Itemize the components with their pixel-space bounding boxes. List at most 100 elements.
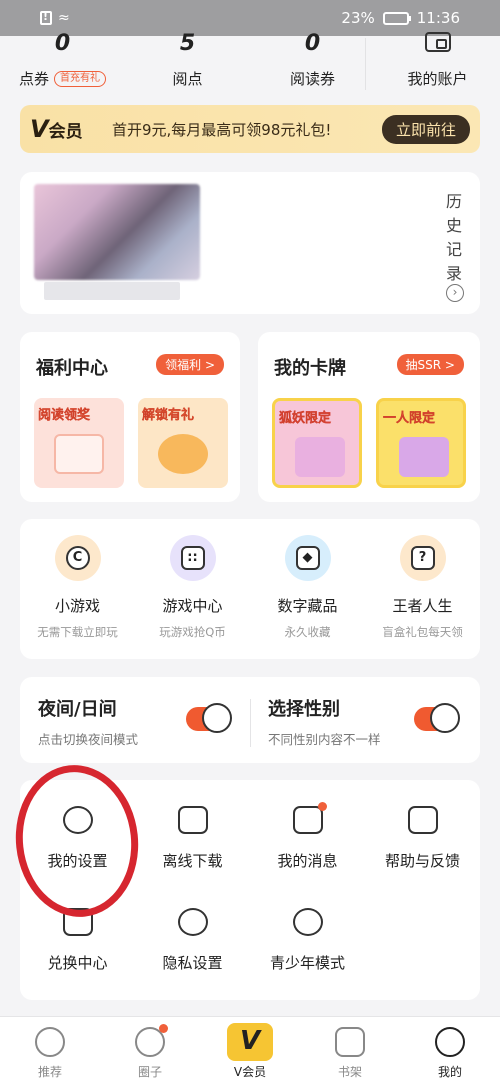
night-mode-desc: 点击切换夜间模式 bbox=[38, 732, 139, 747]
download-icon bbox=[177, 806, 208, 834]
clock: 11:36 bbox=[416, 9, 460, 27]
my-cards-card[interactable]: 我的卡牌 抽SSR > 狐妖限定 一人限定 bbox=[258, 332, 480, 502]
get-welfare-button[interactable]: 领福利 > bbox=[156, 354, 224, 375]
help-feedback-entry[interactable]: 帮助与反馈 bbox=[365, 806, 480, 871]
game-subtitle: 玩游戏抢Q币 bbox=[159, 625, 226, 639]
game-name: 王者人生 bbox=[392, 597, 453, 615]
history-label[interactable]: 历史记录 bbox=[444, 190, 464, 286]
game-center-entry[interactable]: :: 游戏中心 玩游戏抢Q币 bbox=[135, 519, 250, 659]
book-title-blurred bbox=[44, 282, 180, 300]
vip-banner[interactable]: V会员 首开9元,每月最高可领98元礼包! 立即前往 bbox=[20, 105, 480, 153]
read-reward-tile[interactable]: 阅读领奖 bbox=[34, 398, 124, 488]
tab-recommend[interactable]: 推荐 bbox=[0, 1017, 100, 1084]
settings-entry[interactable]: 我的设置 bbox=[20, 806, 135, 871]
account-summary: 0 点券 首充有礼 5 阅点 0 阅读券 我的账户 bbox=[0, 31, 500, 94]
battery-percent: 23% bbox=[341, 9, 375, 27]
gift-box-icon bbox=[54, 434, 104, 474]
read-points-stat[interactable]: 5 阅点 bbox=[125, 31, 250, 94]
welfare-title: 福利中心 bbox=[36, 358, 108, 379]
card-art-icon bbox=[399, 437, 449, 477]
ticket-icon bbox=[62, 908, 93, 936]
game-name: 小游戏 bbox=[54, 597, 100, 615]
wifi-icon: ≈ bbox=[58, 10, 70, 26]
coupon-value: 0 bbox=[54, 31, 71, 56]
profile-avatar-icon bbox=[435, 1027, 465, 1057]
chevron-right-icon[interactable]: › bbox=[446, 284, 464, 302]
digital-collection-entry[interactable]: ◆ 数字藏品 永久收藏 bbox=[250, 519, 365, 659]
vip-go-button[interactable]: 立即前往 bbox=[381, 114, 470, 144]
game-subtitle: 无需下载立即玩 bbox=[37, 625, 118, 639]
messages-entry[interactable]: 我的消息 bbox=[250, 802, 365, 871]
mini-games-entry[interactable]: C 小游戏 无需下载立即玩 bbox=[20, 519, 135, 659]
my-account-label: 我的账户 bbox=[407, 70, 468, 88]
tab-bookshelf[interactable]: 书架 bbox=[300, 1017, 400, 1084]
read-voucher-value: 0 bbox=[304, 31, 321, 56]
gamepad-icon: :: bbox=[169, 535, 216, 581]
divider bbox=[250, 699, 251, 747]
pacman-icon: C bbox=[54, 535, 101, 581]
bottom-tab-bar: 推荐 圈子 V V会员 书架 我的 bbox=[0, 1016, 500, 1084]
unread-dot bbox=[317, 802, 327, 811]
moon-face-icon bbox=[202, 703, 232, 733]
night-mode-switch[interactable] bbox=[186, 703, 232, 733]
read-voucher-label: 阅读券 bbox=[289, 70, 335, 88]
gender-select-row[interactable]: 选择性别 不同性别内容不一样 bbox=[268, 695, 381, 748]
tab-mine[interactable]: 我的 bbox=[400, 1017, 500, 1084]
book-cover-blurred[interactable] bbox=[34, 184, 200, 280]
draw-ssr-button[interactable]: 抽SSR > bbox=[396, 354, 464, 375]
offline-download-entry[interactable]: 离线下载 bbox=[135, 806, 250, 871]
card-art-icon bbox=[295, 437, 345, 477]
gender-switch[interactable] bbox=[414, 703, 460, 733]
unread-dot bbox=[159, 1024, 168, 1033]
night-mode-toggle-row[interactable]: 夜间/日间 点击切换夜间模式 bbox=[38, 695, 138, 748]
toggles-card: 夜间/日间 点击切换夜间模式 选择性别 不同性别内容不一样 bbox=[20, 677, 480, 763]
vip-logo: V会员 bbox=[30, 115, 83, 143]
tab-vip[interactable]: V V会员 bbox=[200, 1017, 300, 1084]
mystery-box-icon: ? bbox=[399, 535, 446, 581]
game-name: 数字藏品 bbox=[277, 597, 338, 615]
gender-desc: 不同性别内容不一样 bbox=[268, 732, 381, 747]
first-recharge-badge[interactable]: 首充有礼 bbox=[54, 70, 106, 87]
message-icon bbox=[292, 802, 327, 834]
welfare-center-card[interactable]: 福利中心 领福利 > 阅读领奖 解锁有礼 bbox=[20, 332, 240, 502]
battery-icon bbox=[382, 11, 411, 25]
one-person-limited-tile[interactable]: 一人限定 bbox=[376, 398, 466, 488]
settings-gear-icon bbox=[62, 806, 93, 834]
wallet-icon bbox=[424, 32, 451, 52]
sprout-icon bbox=[292, 908, 323, 936]
fox-limited-tile[interactable]: 狐妖限定 bbox=[272, 398, 362, 488]
privacy-settings-entry[interactable]: 隐私设置 bbox=[135, 908, 250, 973]
my-cards-title: 我的卡牌 bbox=[274, 358, 346, 379]
unlock-gift-tile[interactable]: 解锁有礼 bbox=[138, 398, 228, 488]
read-voucher-stat[interactable]: 0 阅读券 bbox=[250, 31, 375, 94]
vip-v-icon: V bbox=[227, 1023, 273, 1061]
teen-mode-entry[interactable]: 青少年模式 bbox=[250, 908, 365, 973]
reading-history-card[interactable]: 历史记录 › bbox=[20, 172, 480, 314]
edit-icon bbox=[407, 806, 438, 834]
divider bbox=[365, 38, 366, 90]
game-subtitle: 盲盒礼包每天领 bbox=[382, 625, 463, 639]
cube-icon: ◆ bbox=[284, 535, 331, 581]
redeem-center-entry[interactable]: 兑换中心 bbox=[20, 908, 135, 973]
read-points-label: 阅点 bbox=[172, 70, 203, 88]
tools-card: 我的设置 离线下载 我的消息 帮助与反馈 兑换中心 隐私设置 青少年模式 bbox=[20, 780, 480, 1000]
status-bar: ≈ 23% 11:36 bbox=[0, 0, 500, 36]
circle-icon bbox=[135, 1024, 168, 1057]
tab-circle[interactable]: 圈子 bbox=[100, 1017, 200, 1084]
bookshelf-icon bbox=[335, 1027, 365, 1057]
games-card: C 小游戏 无需下载立即玩 :: 游戏中心 玩游戏抢Q币 ◆ 数字藏品 永久收藏… bbox=[20, 519, 480, 659]
star-icon bbox=[35, 1027, 65, 1057]
gender-title: 选择性别 bbox=[268, 699, 340, 720]
vip-promo-text: 首开9元,每月最高可领98元礼包! bbox=[112, 120, 332, 139]
sim-alert-icon bbox=[40, 10, 52, 25]
coupon-label: 点券 bbox=[18, 70, 49, 88]
coupon-stat[interactable]: 0 点券 首充有礼 bbox=[0, 31, 125, 94]
my-account-button[interactable]: 我的账户 bbox=[375, 32, 500, 94]
night-mode-title: 夜间/日间 bbox=[38, 699, 117, 720]
coin-icon bbox=[158, 434, 208, 474]
king-life-entry[interactable]: ? 王者人生 盲盒礼包每天领 bbox=[365, 519, 480, 659]
read-points-value: 5 bbox=[179, 31, 196, 56]
girl-face-icon bbox=[430, 703, 460, 733]
eye-off-icon bbox=[177, 908, 208, 936]
game-subtitle: 永久收藏 bbox=[284, 625, 331, 639]
